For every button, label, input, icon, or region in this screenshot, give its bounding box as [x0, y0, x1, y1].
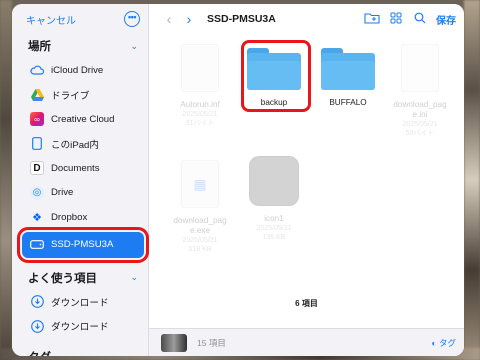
section-title: タグ	[28, 349, 51, 357]
more-options-icon[interactable]: •••	[124, 11, 140, 27]
executable-icon: ▦	[181, 160, 219, 208]
document-icon	[401, 44, 439, 92]
ipad-icon	[30, 137, 44, 151]
cloud-icon	[30, 63, 44, 77]
file-name: download_pag e.ini	[393, 100, 447, 119]
file-meta: 2025/05/21 518 KB	[182, 237, 218, 253]
page-title: SSD-PMSU3A	[207, 13, 276, 25]
file-name: BUFFALO	[329, 98, 367, 107]
folder-item-buffalo[interactable]: BUFFALO	[313, 48, 383, 108]
creative-cloud-icon: ∞	[30, 112, 44, 127]
sidebar-item-drive[interactable]: ◎ Drive	[12, 181, 148, 206]
sidebar-item-downloads-2[interactable]: ダウンロード	[12, 314, 148, 339]
sidebar-item-ssd-pmsu3a[interactable]: SSD-PMSU3A	[17, 226, 149, 263]
file-item-autorun[interactable]: Autorun.inf 2025/05/21 31バイト	[165, 44, 235, 128]
sidebar-item-creative-cloud[interactable]: ∞ Creative Cloud	[12, 107, 148, 132]
grid-view-icon[interactable]	[384, 12, 408, 27]
sidebar-item-icloud-drive[interactable]: iCloud Drive	[12, 58, 148, 83]
file-picker-sheet: キャンセル ••• 場所 ⌄ iCloud Drive ドライブ ∞ Creat…	[12, 4, 464, 356]
sidebar-item-label: ダウンロード	[51, 322, 109, 334]
document-icon	[181, 44, 219, 92]
chevron-down-icon[interactable]: ⌄	[130, 351, 138, 356]
sidebar-item-label: Documents	[51, 162, 100, 174]
sidebar: キャンセル ••• 場所 ⌄ iCloud Drive ドライブ ∞ Creat…	[12, 4, 149, 356]
search-icon[interactable]	[408, 12, 432, 27]
google-drive-icon	[30, 88, 44, 102]
sidebar-item-label: Drive	[51, 187, 74, 199]
sidebar-item-label: Creative Cloud	[51, 113, 115, 125]
sidebar-item-label: iCloud Drive	[51, 64, 104, 76]
favorites-section-header[interactable]: よく使う項目 ⌄	[12, 266, 148, 290]
drive-icon: ◎	[30, 185, 44, 200]
locations-section-header[interactable]: 場所 ⌄	[12, 34, 148, 58]
chevron-down-icon[interactable]: ⌄	[130, 41, 138, 52]
new-folder-icon[interactable]	[360, 12, 384, 27]
sidebar-item-this-ipad[interactable]: このiPad内	[12, 132, 148, 157]
tag-label: タグ	[438, 337, 456, 348]
tags-section-header[interactable]: タグ ⌄	[12, 345, 148, 357]
section-title: 場所	[28, 41, 51, 53]
tag-icon: ◐	[431, 337, 437, 348]
selection-count: 15 項目	[197, 337, 226, 348]
sidebar-item-label: SSD-PMSU3A	[51, 239, 114, 250]
file-meta: 2025/05/21 136 KB	[256, 225, 292, 241]
sidebar-item-label: ダウンロード	[51, 297, 109, 309]
sidebar-item-dropbox[interactable]: ❖ Dropbox	[12, 205, 148, 230]
toolbar: ‹ › SSD-PMSU3A 保存	[149, 4, 464, 34]
save-button[interactable]: 保存	[436, 12, 456, 27]
file-item-download-page-exe[interactable]: ▦ download_pag e.exe 2025/05/21 518 KB	[165, 160, 235, 254]
file-item-icon1[interactable]: icon1 2025/05/21 136 KB	[239, 156, 309, 242]
sidebar-item-label: Dropbox	[51, 211, 88, 223]
download-icon	[30, 295, 44, 309]
item-count: 6 項目	[295, 299, 318, 308]
dropbox-icon: ❖	[32, 211, 42, 224]
section-title: よく使う項目	[28, 272, 97, 285]
sidebar-item-label: ドライブ	[51, 90, 90, 102]
file-browser: ‹ › SSD-PMSU3A 保存 Autorun.inf 2025/05/21…	[149, 4, 464, 356]
cancel-button[interactable]: キャンセル	[26, 12, 76, 27]
download-icon	[30, 319, 44, 333]
file-name: icon1	[264, 214, 284, 223]
sidebar-item-documents[interactable]: D Documents	[12, 156, 148, 181]
sidebar-item-label: このiPad内	[51, 139, 99, 151]
file-meta: 2025/05/21 58バイト	[402, 121, 438, 137]
highlight-box	[241, 40, 311, 112]
file-meta: 2025/05/21 31バイト	[182, 111, 218, 127]
documents-icon: D	[30, 161, 44, 176]
folder-icon	[321, 48, 375, 90]
file-name: Autorun.inf	[180, 100, 220, 109]
sidebar-item-downloads[interactable]: ダウンロード	[12, 290, 148, 315]
file-item-download-page-ini[interactable]: download_pag e.ini 2025/05/21 58バイト	[385, 44, 455, 138]
chevron-down-icon[interactable]: ⌄	[130, 272, 138, 283]
sidebar-item-google-drive[interactable]: ドライブ	[12, 83, 148, 108]
drive-image-icon	[249, 156, 299, 206]
bottom-bar: 15 項目 ◐ タグ	[149, 328, 464, 356]
back-button[interactable]: ‹	[159, 11, 179, 27]
external-drive-icon	[30, 238, 44, 252]
file-name: download_pag e.exe	[173, 216, 227, 235]
forward-button[interactable]: ›	[179, 11, 199, 27]
selected-file-thumbnail	[161, 333, 187, 352]
tag-button[interactable]: ◐ タグ	[431, 337, 456, 349]
